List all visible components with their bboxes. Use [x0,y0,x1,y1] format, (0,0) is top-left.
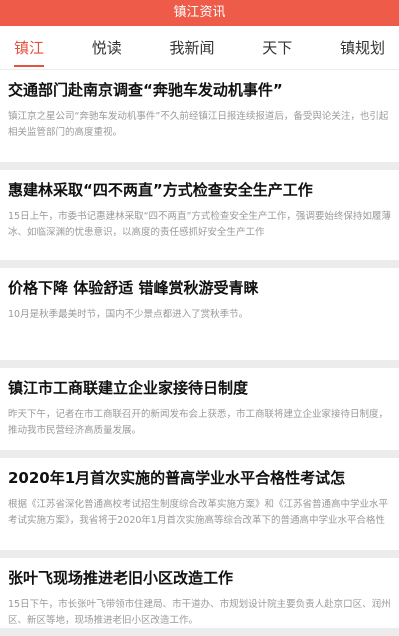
news-summary: 镇江京之星公司“奔驰车发动机事件”不久前经镇江日报连续报道后，备受舆论关注，也引… [8,111,389,138]
tab-my-news[interactable]: 我新闻 [165,31,218,64]
news-card[interactable]: 价格下降 体验舒适 错峰赏秋游受青睐 10月是秋季最美时节，国内不少景点都进入了… [0,268,399,360]
news-summary: 10月是秋季最美时节，国内不少景点都进入了赏秋季节。 [8,309,249,320]
tab-yuedu[interactable]: 悦读 [88,31,126,64]
news-title: 价格下降 体验舒适 错峰赏秋游受青睐 [8,279,259,297]
category-tabs: 镇江 悦读 我新闻 天下 镇规划 [0,26,399,69]
news-summary: 昨天下午，记者在市工商联召开的新闻发布会上获悉，市工商联将建立企业家接待日制度，… [8,409,389,436]
news-title: 2020年1月首次实施的普高学业水平合格性考试怎 [8,469,346,487]
news-feed: 交通部门赴南京调查“奔驰车发动机事件” 镇江京之星公司“奔驰车发动机事件”不久前… [0,70,399,636]
news-title: 镇江市工商联建立企业家接待日制度 [8,379,249,397]
tab-zhenjiang[interactable]: 镇江 [10,31,48,67]
news-summary: 15日上午，市委书记惠建林采取“四不两直”方式检查安全生产工作，强调要始终保持如… [8,211,391,238]
news-title: 张叶飞现场推进老旧小区改造工作 [8,569,234,587]
tab-city-planning[interactable]: 镇规划 [336,31,389,64]
app-title: 镇江资讯 [173,5,226,20]
tab-world[interactable]: 天下 [258,31,296,64]
news-card[interactable]: 张叶飞现场推进老旧小区改造工作 15日下午，市长张叶飞带领市住建局、市干道办、市… [0,558,399,628]
app-title-bar: 镇江资讯 [0,0,399,26]
news-card[interactable]: 2020年1月首次实施的普高学业水平合格性考试怎 根据《江苏省深化普通高校考试招… [0,458,399,550]
news-card[interactable]: 镇江市工商联建立企业家接待日制度 昨天下午，记者在市工商联召开的新闻发布会上获悉… [0,368,399,450]
news-summary: 根据《江苏省深化普通高校考试招生制度综合改革实施方案》和《江苏省普通高中学业水平… [8,499,389,526]
news-summary: 15日下午，市长张叶飞带领市住建局、市干道办、市规划设计院主要负责人赴京口区、润… [8,599,391,626]
news-title: 交通部门赴南京调查“奔驰车发动机事件” [8,81,283,99]
news-card[interactable]: 惠建林采取“四不两直”方式检查安全生产工作 15日上午，市委书记惠建林采取“四不… [0,170,399,260]
news-title: 惠建林采取“四不两直”方式检查安全生产工作 [8,181,313,199]
news-card[interactable]: 交通部门赴南京调查“奔驰车发动机事件” 镇江京之星公司“奔驰车发动机事件”不久前… [0,70,399,162]
